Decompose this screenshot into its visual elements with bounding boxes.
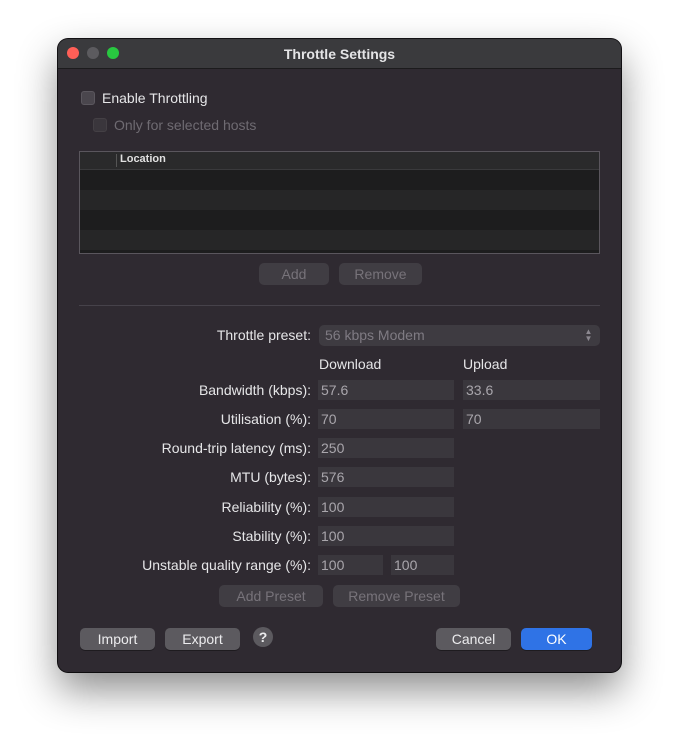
throttle-preset-value: 56 kbps Modem (325, 327, 425, 343)
unstable-range-min-field[interactable]: 100 (318, 555, 383, 575)
mtu-field[interactable]: 576 (318, 467, 454, 487)
reliability-label: Reliability (%): (221, 499, 311, 515)
remove-preset-button[interactable]: Remove Preset (333, 585, 460, 607)
utilisation-download-field[interactable]: 70 (318, 409, 454, 429)
cancel-button[interactable]: Cancel (436, 628, 511, 650)
column-separator (116, 154, 117, 167)
only-selected-hosts-checkbox[interactable] (93, 118, 107, 132)
section-divider (79, 305, 600, 306)
hosts-table[interactable]: Location (79, 151, 600, 254)
table-row (80, 170, 599, 190)
throttle-settings-window: Throttle Settings Enable Throttling Only… (58, 39, 621, 672)
latency-field[interactable]: 250 (318, 438, 454, 458)
import-button[interactable]: Import (80, 628, 155, 650)
stability-label: Stability (%): (232, 528, 311, 544)
table-row (80, 210, 599, 230)
enable-throttling-label[interactable]: Enable Throttling (102, 90, 208, 106)
unstable-range-label: Unstable quality range (%): (142, 557, 311, 573)
throttle-preset-label: Throttle preset: (216, 327, 311, 343)
add-host-button[interactable]: Add (259, 263, 329, 285)
chevron-up-down-icon: ▲ ▼ (584, 327, 593, 343)
bandwidth-upload-field[interactable]: 33.6 (463, 380, 600, 400)
remove-host-button[interactable]: Remove (339, 263, 422, 285)
bandwidth-label: Bandwidth (kbps): (198, 382, 311, 398)
unstable-range-max-field[interactable]: 100 (391, 555, 454, 575)
table-row (80, 230, 599, 250)
table-row (80, 190, 599, 210)
ok-button[interactable]: OK (521, 628, 592, 650)
stability-field[interactable]: 100 (318, 526, 454, 546)
window-title: Throttle Settings (283, 46, 396, 62)
help-icon[interactable]: ? (253, 627, 273, 647)
add-preset-button[interactable]: Add Preset (219, 585, 323, 607)
latency-label: Round-trip latency (ms): (161, 440, 311, 456)
enable-throttling-checkbox[interactable] (81, 91, 95, 105)
title-bar: Throttle Settings (58, 39, 621, 69)
reliability-field[interactable]: 100 (318, 497, 454, 517)
bandwidth-download-field[interactable]: 57.6 (318, 380, 454, 400)
utilisation-upload-field[interactable]: 70 (463, 409, 600, 429)
only-selected-hosts-label[interactable]: Only for selected hosts (114, 117, 256, 133)
upload-column-header: Upload (463, 356, 508, 372)
download-column-header: Download (319, 356, 382, 372)
mtu-label: MTU (bytes): (230, 469, 311, 485)
throttle-preset-select[interactable]: 56 kbps Modem ▲ ▼ (319, 325, 600, 346)
export-button[interactable]: Export (165, 628, 240, 650)
hosts-table-header: Location (80, 152, 599, 170)
utilisation-label: Utilisation (%): (220, 411, 311, 427)
location-column-header[interactable]: Location (120, 153, 166, 165)
